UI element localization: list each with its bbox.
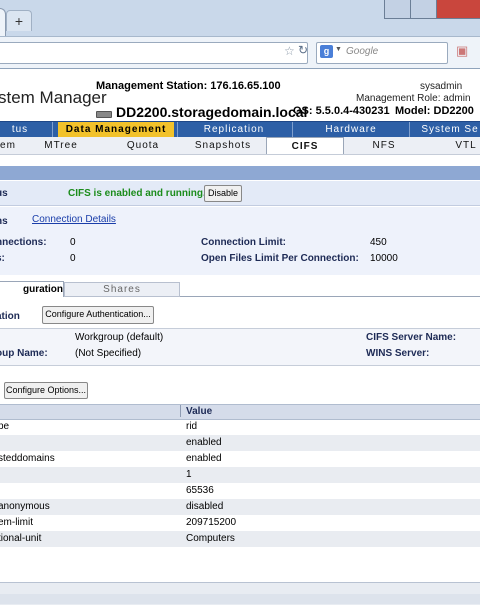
management-station: Management Station: 176.16.65.100 [96, 80, 281, 92]
table-row[interactable]: steddomains enabled [0, 451, 480, 467]
tab-configuration[interactable]: guration [0, 281, 64, 297]
column-divider[interactable] [180, 405, 181, 417]
nav-replication[interactable]: Replication [178, 122, 290, 138]
option-name: anonymous [0, 501, 50, 512]
main-nav: tus Data Management Replication Hardware… [0, 121, 480, 138]
workgroup-name-label: oup Name: [0, 348, 48, 359]
workgroup-name-value: (Not Specified) [75, 348, 142, 359]
connection-details-link[interactable]: Connection Details [32, 214, 116, 225]
option-value: 65536 [186, 485, 214, 496]
tab-nfs[interactable]: NFS [358, 137, 410, 154]
tab-mtree[interactable]: MTree [36, 137, 86, 154]
table-row[interactable]: tional-unit Computers [0, 531, 480, 547]
options-table-header [0, 404, 480, 420]
management-role: Management Role: admin [356, 93, 471, 104]
status-label: us [0, 188, 8, 199]
option-value: disabled [186, 501, 224, 512]
wins-server-label: WINS Server: [366, 348, 430, 359]
connection-limit-label: Connection Limit: [201, 237, 286, 248]
option-name: steddomains [0, 453, 55, 464]
nav-data-management[interactable]: Data Management [58, 122, 174, 138]
workgroup-mode-value: Workgroup (default) [75, 332, 164, 343]
nav-system-settings[interactable]: System Se [410, 122, 480, 138]
option-value: enabled [186, 453, 222, 464]
bookmark-icon[interactable]: ▣ [456, 43, 468, 59]
table-row[interactable]: pe rid [0, 419, 480, 435]
star-icon[interactable]: ☆ [284, 44, 295, 58]
open-files-value: 0 [70, 253, 76, 264]
tab-cifs[interactable]: CIFS [266, 137, 344, 154]
option-value: 1 [186, 469, 192, 480]
disable-button[interactable]: Disable [204, 185, 242, 202]
app-title: stem Manager [0, 88, 107, 107]
configure-authentication-button[interactable]: Configure Authentication... [42, 306, 154, 324]
window-controls [330, 0, 480, 19]
tab-snapshots[interactable]: Snapshots [186, 137, 260, 154]
option-name: em-limit [0, 517, 33, 528]
table-row[interactable]: anonymous disabled [0, 499, 480, 515]
open-connections-label: nnections: [0, 237, 47, 248]
system-icon [96, 111, 112, 118]
open-files-limit-value: 10000 [370, 253, 398, 264]
refresh-icon[interactable]: ↻ [298, 43, 308, 57]
search-placeholder: Google [346, 46, 379, 57]
close-button[interactable] [436, 0, 480, 19]
table-row[interactable]: enabled [0, 435, 480, 451]
configure-options-button[interactable]: Configure Options... [4, 382, 88, 399]
option-value: rid [186, 421, 198, 432]
open-files-limit-label: Open Files Limit Per Connection: [201, 253, 359, 264]
table-row[interactable]: em-limit 209715200 [0, 515, 480, 531]
nav-status[interactable]: tus [0, 122, 50, 138]
open-files-label: s: [0, 253, 5, 264]
user-name: sysadmin [420, 81, 463, 92]
connections-heading: ns [0, 216, 8, 227]
option-value: enabled [186, 437, 222, 448]
chevron-down-icon[interactable]: ▼ [335, 46, 342, 53]
sub-nav: em MTree Quota Snapshots CIFS NFS VTL [0, 137, 480, 155]
open-connections-value: 0 [70, 237, 76, 248]
option-value: Computers [186, 533, 235, 544]
horizontal-scrollbar[interactable] [0, 594, 480, 604]
value-column-header[interactable]: Value [186, 406, 212, 417]
model-label: Model: DD2200 [395, 105, 474, 117]
system-name: DD2200.storagedomain.local [116, 104, 308, 120]
table-row[interactable]: 65536 [0, 483, 480, 499]
section-header-bar [0, 166, 480, 180]
authentication-label: ation [0, 311, 20, 322]
search-engine-icon[interactable]: g [320, 45, 333, 58]
tab-quota[interactable]: Quota [116, 137, 170, 154]
maximize-button[interactable] [410, 0, 438, 19]
table-row[interactable]: 1 [0, 467, 480, 483]
cifs-server-name-label: CIFS Server Name: [366, 332, 457, 343]
tab-shares[interactable]: Shares [64, 282, 180, 297]
tab-filesystem[interactable]: em [0, 137, 18, 154]
new-tab-button[interactable]: + [6, 10, 32, 31]
address-bar[interactable] [0, 42, 308, 64]
os-version: OS: 5.5.0.4-430231 [293, 105, 390, 117]
status-text: CIFS is enabled and running. [68, 188, 206, 199]
nav-hardware[interactable]: Hardware [293, 122, 409, 138]
option-name: tional-unit [0, 533, 42, 544]
tab-vtl[interactable]: VTL [440, 137, 480, 154]
option-value: 209715200 [186, 517, 237, 528]
connection-limit-value: 450 [370, 237, 387, 248]
minimize-button[interactable] [384, 0, 412, 19]
option-name: pe [0, 421, 10, 432]
